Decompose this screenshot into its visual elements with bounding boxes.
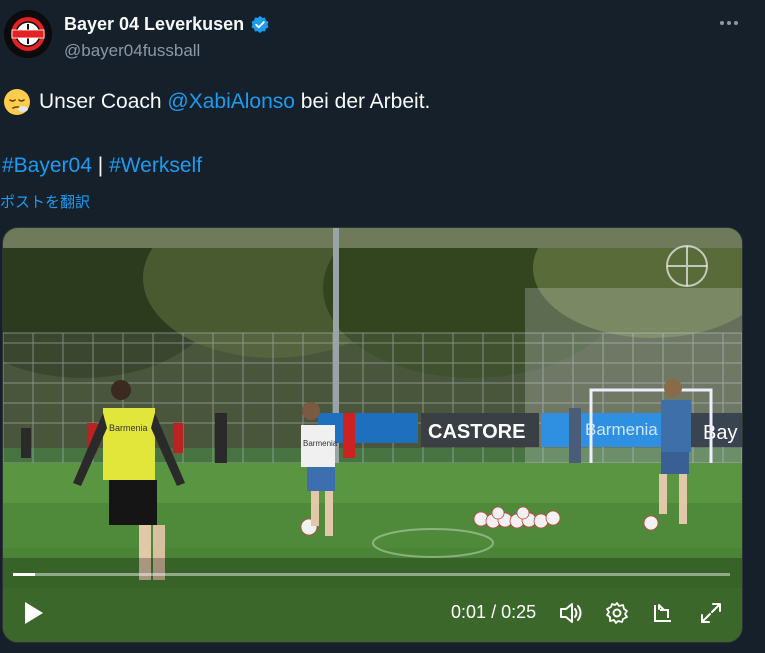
settings-icon[interactable] (601, 591, 633, 635)
hashtag-separator: | (97, 154, 104, 177)
translate-post-link[interactable]: ポストを翻訳 (0, 191, 90, 212)
bib-jersey-text: Barmenia (109, 423, 148, 433)
relieved-face-emoji (4, 89, 30, 115)
video-progress-fill (13, 573, 35, 576)
tweet-text: Unser Coach @XabiAlonso bei der Arbeit. (3, 88, 430, 116)
tweet-text-after: bei der Arbeit. (294, 90, 431, 113)
play-icon[interactable] (17, 591, 51, 635)
hashtag-werkself[interactable]: #Werkself (109, 154, 202, 177)
current-time: 0:01 (451, 602, 487, 622)
bayer-crest-logo (4, 10, 52, 58)
hashtag-line: #Bayer04 | #Werkself (2, 154, 202, 178)
fullscreen-icon[interactable] (695, 591, 727, 635)
mention-link[interactable]: @XabiAlonso (167, 90, 295, 114)
pop-out-icon[interactable] (648, 591, 680, 635)
bay-banner-text: Bay (703, 422, 737, 444)
handle[interactable]: @bayer04fussball (64, 41, 200, 61)
tweet-text-before: Unser Coach (39, 90, 168, 113)
verified-badge-icon[interactable] (250, 15, 270, 35)
video-progress-bar[interactable] (13, 573, 730, 576)
video-frame: CASTORE Barmenia Bay Barmenia Barmenia (3, 228, 742, 642)
barmenia-banner-text: Barmenia (585, 420, 658, 439)
video-player[interactable]: CASTORE Barmenia Bay Barmenia Barmenia 0… (2, 227, 743, 643)
hashtag-bayer04[interactable]: #Bayer04 (2, 154, 92, 177)
duration: 0:25 (501, 602, 537, 622)
avatar[interactable] (4, 10, 52, 58)
time-separator: / (491, 602, 497, 622)
more-horizontal-icon[interactable] (715, 12, 743, 34)
center-jersey-text: Barmenia (303, 439, 338, 448)
castore-banner-text: CASTORE (428, 421, 525, 443)
video-time: 0:01 / 0:25 (451, 602, 536, 623)
display-name[interactable]: Bayer 04 Leverkusen (64, 14, 244, 35)
volume-icon[interactable] (555, 591, 587, 635)
